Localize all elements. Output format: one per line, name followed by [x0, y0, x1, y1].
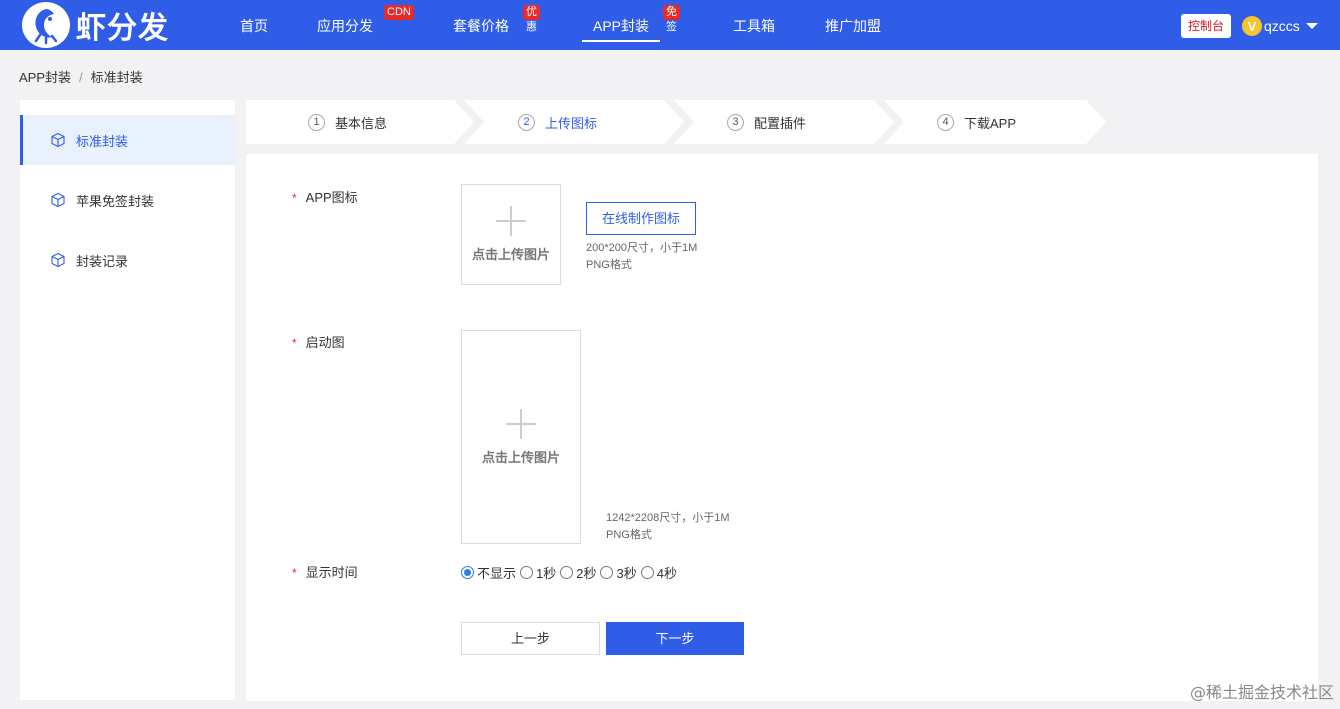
- display-time-radio-group: 不显示 1秒 2秒 3秒 4秒: [461, 563, 681, 582]
- step-number: 3: [727, 113, 744, 131]
- sidebar-item-standard-package[interactable]: 标准封装: [20, 115, 235, 165]
- cube-icon: [51, 252, 65, 268]
- upload-text: 点击上传图片: [471, 247, 550, 262]
- required-mark: *: [292, 566, 297, 580]
- shrimp-logo-icon: [22, 2, 70, 48]
- step-number: 4: [937, 113, 954, 131]
- nav-pricing[interactable]: 套餐价格 优惠: [453, 0, 540, 50]
- breadcrumb-separator: /: [79, 70, 83, 85]
- watermark: @稀土掘金技术社区: [1189, 683, 1334, 702]
- top-navbar: 虾分发 首页 应用分发 CDN 套餐价格 优惠 APP封装 免签 工具箱 推广加…: [0, 0, 1340, 50]
- hint-size: 1242*2208尺寸，小于1M: [606, 512, 730, 524]
- cube-icon: [51, 132, 65, 148]
- app-icon-uploader[interactable]: 点击上传图片: [461, 184, 561, 285]
- step-progress: 1 基本信息 2 上传图标 3 配置插件 4 下载APP: [246, 100, 1318, 144]
- step-label: 基本信息: [335, 115, 388, 131]
- radio-option-none[interactable]: 不显示: [461, 563, 516, 582]
- breadcrumb-current: 标准封装: [90, 70, 143, 85]
- sidebar-item-label: 标准封装: [76, 133, 129, 149]
- breadcrumb-root[interactable]: APP封装: [19, 70, 71, 85]
- plus-icon: [506, 408, 536, 439]
- radio-label: 4秒: [656, 566, 677, 581]
- radio-option-3s[interactable]: 3秒: [600, 563, 637, 582]
- plus-icon: [496, 206, 526, 236]
- nav-affiliate[interactable]: 推广加盟: [825, 0, 881, 50]
- sidebar-item-package-records[interactable]: 封装记录: [20, 235, 235, 285]
- caret-down-icon: [1305, 23, 1318, 29]
- radio-option-2s[interactable]: 2秒: [560, 563, 596, 582]
- sidebar-item-apple-free-sign[interactable]: 苹果免签封装: [20, 175, 235, 225]
- nav-label: 首页: [240, 18, 268, 34]
- required-mark: *: [292, 191, 297, 205]
- next-step-button[interactable]: 下一步: [606, 622, 744, 655]
- step-download-app: 4 下载APP: [937, 100, 1016, 144]
- radio-label: 1秒: [536, 566, 557, 581]
- step-configure-plugins: 3 配置插件: [727, 100, 806, 144]
- radio-button[interactable]: [560, 566, 574, 579]
- step-label: 配置插件: [754, 115, 807, 131]
- avatar: V: [1242, 16, 1262, 36]
- package-form: * APP图标 点击上传图片 在线制作图标 200*200尺寸，小于1M PNG格…: [246, 154, 1318, 701]
- required-mark: *: [292, 336, 297, 350]
- nav-label: 推广加盟: [825, 18, 881, 34]
- free-sign-badge: 免签: [663, 5, 680, 33]
- console-button[interactable]: 控制台: [1181, 14, 1231, 38]
- splash-uploader[interactable]: 点击上传图片: [461, 330, 581, 544]
- make-icon-online-button[interactable]: 在线制作图标: [586, 202, 696, 235]
- sidebar-item-label: 封装记录: [76, 253, 129, 269]
- nav-app-package[interactable]: APP封装 免签: [581, 0, 680, 50]
- nav-label: 套餐价格: [453, 18, 509, 34]
- hint-format: PNG格式: [586, 259, 632, 271]
- nav-toolbox[interactable]: 工具箱: [733, 0, 775, 50]
- radio-label: 2秒: [576, 566, 597, 581]
- step-label: 下载APP: [964, 115, 1017, 131]
- splash-label: * 启动图: [292, 332, 345, 351]
- radio-button[interactable]: [520, 566, 534, 579]
- label-text: APP图标: [305, 190, 358, 205]
- hint-size: 200*200尺寸，小于1M: [586, 242, 698, 254]
- app-icon-label: * APP图标: [292, 187, 358, 206]
- step-upload-icon: 2 上传图标: [518, 100, 597, 144]
- user-menu[interactable]: V qzccs: [1242, 14, 1318, 38]
- logo[interactable]: 虾分发: [22, 2, 169, 48]
- discount-badge: 优惠: [523, 5, 540, 33]
- nav-app-distribution[interactable]: 应用分发 CDN: [317, 0, 414, 50]
- label-text: 启动图: [305, 335, 345, 350]
- radio-label: 3秒: [616, 566, 637, 581]
- step-label: 上传图标: [545, 115, 598, 131]
- step-number: 1: [308, 113, 325, 131]
- nav-home[interactable]: 首页: [240, 0, 268, 50]
- nav-label: 工具箱: [733, 18, 775, 34]
- username: qzccs: [1264, 18, 1300, 34]
- sidebar-item-label: 苹果免签封装: [76, 193, 155, 209]
- cdn-badge: CDN: [384, 5, 414, 20]
- step-number: 2: [518, 113, 535, 131]
- logo-text: 虾分发: [76, 11, 169, 46]
- radio-option-1s[interactable]: 1秒: [520, 563, 556, 582]
- breadcrumb: APP封装 / 标准封装: [19, 67, 143, 86]
- app-icon-hint: 200*200尺寸，小于1M PNG格式: [586, 240, 697, 274]
- radio-label: 不显示: [477, 566, 517, 581]
- radio-button[interactable]: [600, 566, 614, 579]
- display-time-label: * 显示时间: [292, 562, 358, 581]
- cube-icon: [51, 192, 65, 208]
- upload-text: 点击上传图片: [481, 449, 560, 465]
- splash-hint: 1242*2208尺寸，小于1M PNG格式: [606, 510, 730, 544]
- hint-format: PNG格式: [606, 529, 652, 541]
- nav-label: 应用分发: [317, 18, 373, 34]
- nav-label: APP封装: [593, 18, 650, 34]
- radio-option-4s[interactable]: 4秒: [640, 563, 677, 582]
- label-text: 显示时间: [305, 565, 358, 580]
- radio-button[interactable]: [461, 566, 474, 579]
- radio-button[interactable]: [640, 566, 654, 579]
- previous-step-button[interactable]: 上一步: [461, 622, 600, 655]
- sidebar: 标准封装 苹果免签封装 封装记录: [20, 100, 235, 700]
- step-basic-info: 1 基本信息: [308, 100, 387, 144]
